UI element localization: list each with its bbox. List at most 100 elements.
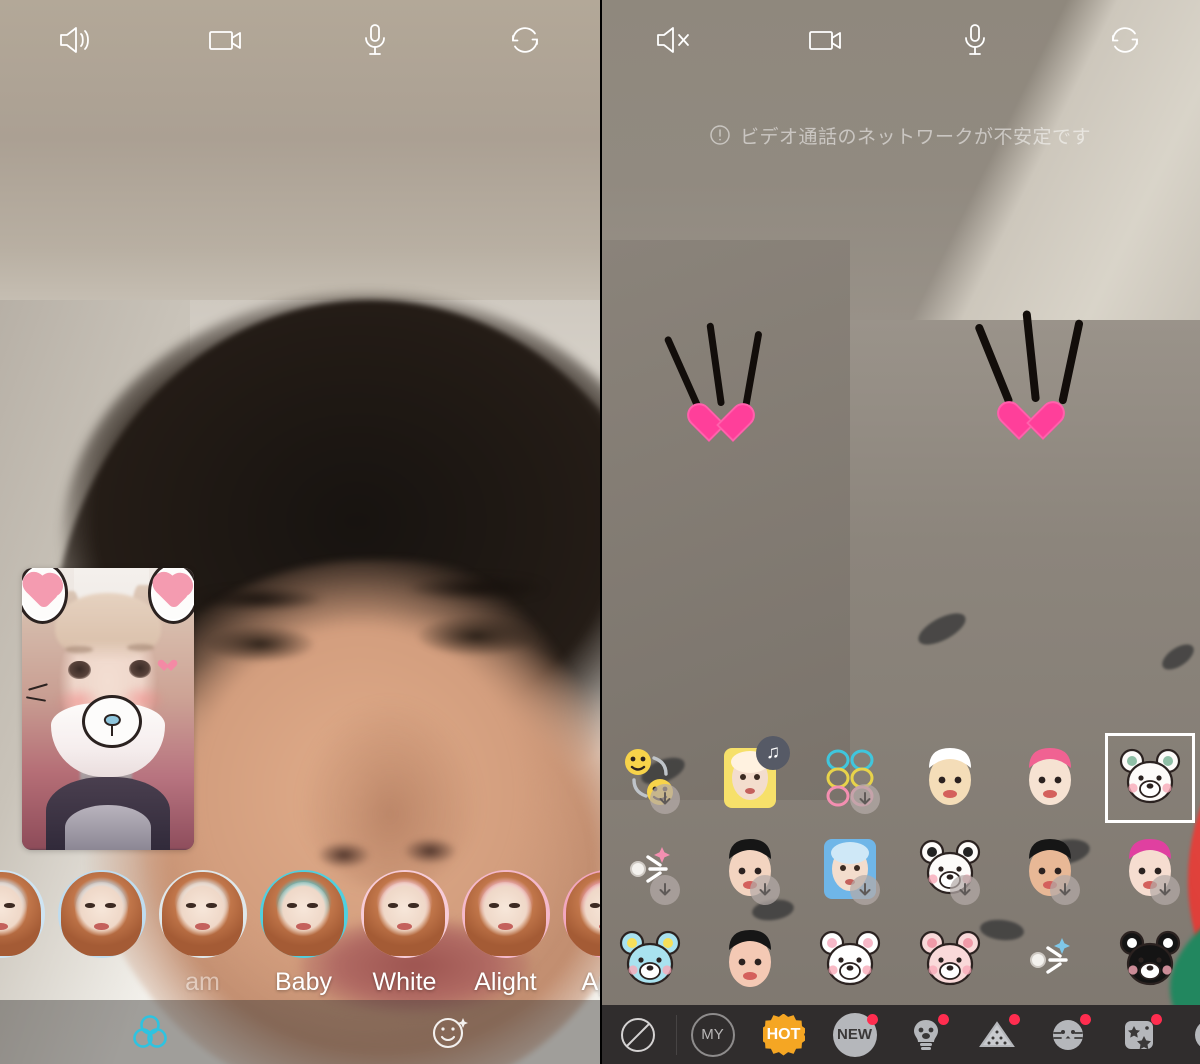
sticker-row <box>600 914 1200 1005</box>
filter-thumbnail <box>158 870 247 958</box>
sticker-row <box>600 824 1200 915</box>
sticker-item-baby-hood-music[interactable]: ♫ <box>700 736 800 812</box>
sticker-thumbnail <box>816 926 884 994</box>
tab-animal-stickers[interactable] <box>1032 1005 1103 1064</box>
filter-thumbnail <box>57 870 146 958</box>
filter-label: Alight <box>474 968 537 996</box>
dual-screenshot-stage: am Baby White Alight Appl <box>0 0 1200 1064</box>
speaker-icon[interactable] <box>0 0 150 80</box>
tab-ghost-stickers[interactable] <box>890 1005 961 1064</box>
tab-no-sticker[interactable] <box>600 1005 676 1064</box>
filter-label: Baby <box>275 968 332 996</box>
sticker-thumbnail <box>1105 733 1195 824</box>
filter-item-unnamed-1[interactable] <box>51 860 152 968</box>
left-bottom-bar <box>0 1000 600 1064</box>
sticker-item-hair-bands[interactable] <box>800 744 900 815</box>
filter-thumbnail <box>562 870 600 958</box>
filter-thumbnail <box>461 870 550 958</box>
hot-label: HOT <box>762 1013 805 1056</box>
sticker-thumbnail <box>916 835 984 905</box>
video-camera-icon[interactable] <box>150 0 300 80</box>
sticker-thumbnail <box>716 926 784 994</box>
sticker-row: ♫ <box>600 733 1200 824</box>
sticker-thumbnail <box>1016 744 1084 812</box>
sticker-thumbnail <box>916 744 984 812</box>
sticker-item-sparkle-pop[interactable] <box>600 835 700 905</box>
panel-divider <box>600 0 602 1064</box>
filter-label: White <box>372 968 437 996</box>
microphone-icon[interactable] <box>300 0 450 80</box>
sticker-item-music-mic[interactable] <box>1000 926 1100 994</box>
sticker-thumbnail <box>616 926 684 994</box>
download-arrow-icon[interactable] <box>1150 875 1180 905</box>
video-camera-icon[interactable] <box>750 0 900 80</box>
filter-thumbnail <box>360 870 449 958</box>
sticker-thumbnail <box>1116 926 1184 994</box>
filter-item-appl[interactable]: Appl <box>556 860 600 997</box>
filter-item-unnamed-0[interactable] <box>0 860 51 968</box>
sticker-item-rabbit-ears[interactable] <box>800 926 900 994</box>
sticker-item-big-ears-man[interactable] <box>1000 835 1100 905</box>
filter-thumbnail <box>0 870 45 958</box>
music-note-icon: ♫ <box>756 736 790 771</box>
mini-heart-icon <box>161 660 174 672</box>
new-indicator-dot <box>938 1014 949 1025</box>
download-arrow-icon[interactable] <box>1050 875 1080 905</box>
tab-new-stickers[interactable]: NEW <box>819 1005 890 1064</box>
sticker-item-frozen-face[interactable] <box>800 835 900 905</box>
filter-item-baby[interactable]: Baby <box>253 860 354 997</box>
heart-sticker-icon <box>698 404 744 446</box>
right-top-control-bar <box>600 0 1200 80</box>
sticker-item-flower-girl[interactable] <box>1100 835 1200 905</box>
download-arrow-icon[interactable] <box>850 875 880 905</box>
camera-flip-icon[interactable] <box>1050 0 1200 80</box>
left-video-call-panel: am Baby White Alight Appl <box>0 0 600 1064</box>
sticker-smiley-icon[interactable] <box>300 1007 600 1057</box>
sticker-grid[interactable]: ♫ <box>600 733 1200 1005</box>
download-arrow-icon[interactable] <box>950 875 980 905</box>
sticker-thumbnail <box>1016 835 1084 905</box>
sticker-thumbnail <box>816 744 884 815</box>
sticker-thumbnail <box>616 835 684 905</box>
sticker-item-pink-cat[interactable] <box>900 926 1000 994</box>
filter-item-alight[interactable]: Alight <box>455 860 556 997</box>
sticker-item-panda-bear[interactable] <box>900 835 1000 905</box>
sticker-thumbnail <box>816 835 884 905</box>
tab-fruit-stickers[interactable] <box>961 1005 1032 1064</box>
tab-my-stickers[interactable]: MY <box>677 1005 748 1064</box>
sticker-thumbnail <box>616 744 684 815</box>
filter-label: am <box>185 968 220 996</box>
filter-carousel[interactable]: am Baby White Alight Appl <box>0 860 600 1000</box>
microphone-icon[interactable] <box>900 0 1050 80</box>
sticker-thumbnail <box>916 926 984 994</box>
sticker-item-white-bear[interactable] <box>1100 733 1200 824</box>
left-self-preview-pip[interactable] <box>22 568 194 850</box>
new-indicator-dot <box>1080 1014 1091 1025</box>
sticker-thumbnail: ♫ <box>716 736 790 812</box>
sticker-item-black-cat[interactable] <box>1100 926 1200 994</box>
left-top-control-bar <box>0 0 600 80</box>
speaker-muted-icon[interactable] <box>600 0 750 80</box>
sticker-item-face-swap[interactable] <box>600 744 700 815</box>
filter-item-white[interactable]: White <box>354 860 455 997</box>
download-arrow-icon[interactable] <box>750 875 780 905</box>
sticker-item-blue-mouse[interactable] <box>600 926 700 994</box>
sticker-category-tabbar[interactable]: MY HOT NEW <box>600 1005 1200 1064</box>
filter-item-am[interactable]: am <box>152 860 253 997</box>
sticker-thumbnail <box>1116 835 1184 905</box>
sticker-item-flower-crown-girl[interactable] <box>1000 744 1100 812</box>
tab-more-stickers[interactable] <box>1174 1005 1200 1064</box>
sticker-item-beauty-face[interactable] <box>900 744 1000 812</box>
new-indicator-dot <box>867 1014 878 1025</box>
download-arrow-icon[interactable] <box>650 875 680 905</box>
filter-circles-icon[interactable] <box>0 1007 300 1057</box>
sticker-item-angry-man[interactable] <box>700 835 800 905</box>
sticker-thumbnail <box>716 835 784 905</box>
my-label: MY <box>690 1012 735 1057</box>
tab-star-stickers[interactable] <box>1103 1005 1174 1064</box>
camera-flip-icon[interactable] <box>450 0 600 80</box>
filter-label: Appl <box>581 968 600 996</box>
tab-hot-stickers[interactable]: HOT <box>748 1005 819 1064</box>
sticker-item-pig-face[interactable] <box>700 926 800 994</box>
new-indicator-dot <box>1151 1014 1162 1025</box>
